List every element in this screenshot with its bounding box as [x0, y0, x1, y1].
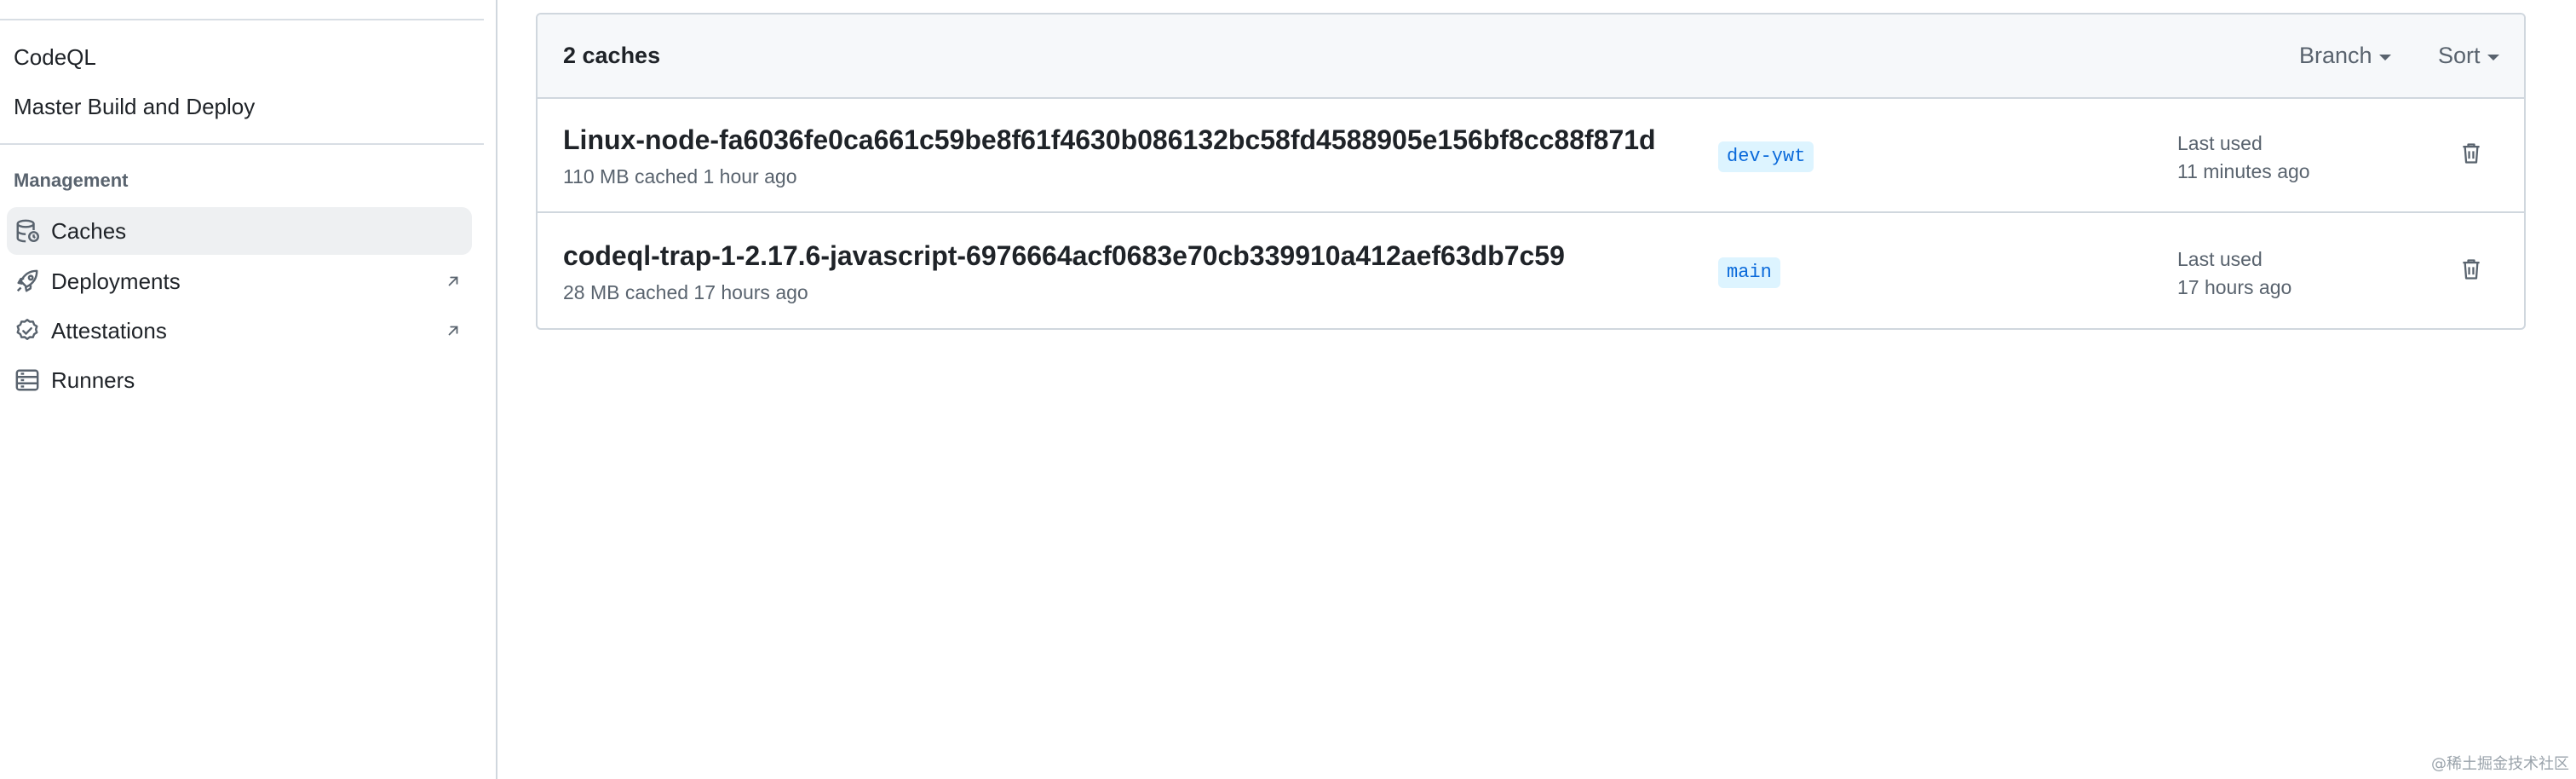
sidebar-item-label: Runners	[51, 366, 135, 393]
branch-label[interactable]: main	[1718, 257, 1780, 288]
delete-cache-button[interactable]	[2452, 252, 2490, 290]
sidebar-item-deployments[interactable]: Deployments	[7, 257, 472, 305]
sidebar-item-attestations[interactable]: Attestations	[7, 307, 472, 355]
server-icon	[7, 356, 44, 404]
sidebar-group-heading: Management	[14, 170, 129, 191]
sidebar-divider	[0, 19, 484, 20]
last-used-value: 17 hours ago	[2177, 276, 2292, 298]
last-used-value: 11 minutes ago	[2177, 160, 2310, 182]
database-icon	[7, 207, 44, 255]
cache-list-header: 2 caches Branch Sort	[538, 14, 2524, 99]
trash-icon	[2459, 257, 2483, 286]
last-used-label: Last used	[2177, 132, 2263, 154]
cache-meta: 110 MB cached 1 hour ago	[563, 165, 797, 188]
sort-button[interactable]: Sort	[2438, 41, 2499, 70]
sidebar-item-label: Caches	[51, 217, 127, 244]
branch-filter-button[interactable]: Branch	[2299, 41, 2391, 70]
verified-icon	[7, 307, 44, 355]
cache-key-link[interactable]: Linux-node-fa6036fe0ca661c59be8f61f4630b…	[563, 123, 1656, 157]
cache-key-link[interactable]: codeql-trap-1-2.17.6-javascript-6976664a…	[563, 239, 1565, 273]
delete-cache-button[interactable]	[2452, 136, 2490, 174]
triangle-down-icon	[2487, 54, 2499, 61]
cache-row: Linux-node-fa6036fe0ca661c59be8f61f4630b…	[538, 99, 2524, 213]
last-used-label: Last used	[2177, 248, 2263, 270]
branch-filter-label: Branch	[2299, 43, 2372, 68]
link-external-icon	[436, 257, 470, 305]
cache-meta: 28 MB cached 17 hours ago	[563, 281, 808, 303]
sidebar-item-label: Deployments	[51, 268, 181, 294]
sidebar-link-master-build-and-deploy[interactable]: Master Build and Deploy	[14, 92, 255, 121]
cache-count: 2 caches	[563, 43, 661, 68]
cache-row: codeql-trap-1-2.17.6-javascript-6976664a…	[538, 215, 2524, 328]
branch-label[interactable]: dev-ywt	[1718, 141, 1814, 172]
sidebar-item-runners[interactable]: Runners	[7, 356, 472, 404]
sidebar: CodeQL Master Build and Deploy Managemen…	[0, 0, 497, 779]
sidebar-item-caches[interactable]: Caches	[7, 207, 472, 255]
sidebar-link-codeql[interactable]: CodeQL	[14, 43, 96, 72]
sort-label: Sort	[2438, 43, 2481, 68]
rocket-icon	[7, 257, 44, 305]
cache-list: 2 caches Branch Sort Linux-node-fa6036fe…	[536, 13, 2526, 330]
sidebar-item-label: Attestations	[51, 317, 167, 343]
watermark: @稀土掘金技术社区	[2431, 755, 2569, 773]
trash-icon	[2459, 141, 2483, 170]
link-external-icon	[436, 307, 470, 355]
sidebar-divider	[0, 143, 484, 145]
triangle-down-icon	[2378, 54, 2391, 61]
